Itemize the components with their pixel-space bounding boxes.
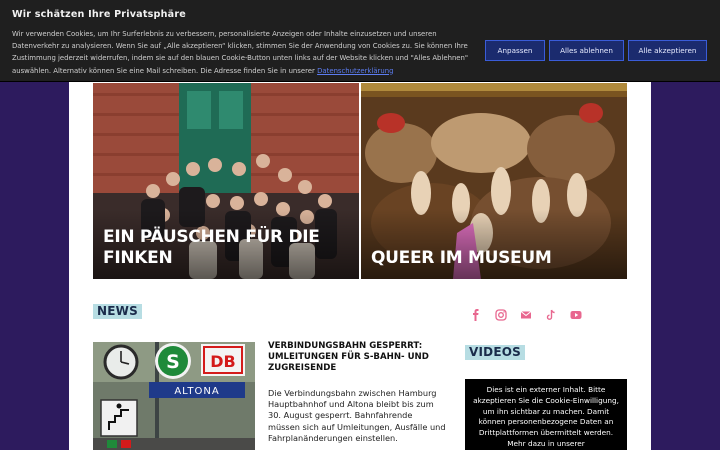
cookie-text: Wir verwenden Cookies, um Ihr Surferlebn… bbox=[12, 28, 484, 77]
social-links bbox=[469, 308, 583, 322]
accept-all-button[interactable]: Alle akzeptieren bbox=[628, 40, 707, 61]
hero-tile-finken[interactable]: EIN PÄUSCHEN FÜR DIE FINKEN bbox=[93, 83, 359, 279]
hero-tile-museum[interactable]: QUEER IM MUSEUM bbox=[361, 83, 627, 279]
privacy-policy-link[interactable]: Datenschutzerklärung bbox=[317, 67, 393, 75]
videos-section-label: VIDEOS bbox=[465, 345, 525, 360]
cookie-banner: Wir schätzen Ihre Privatsphäre Wir verwe… bbox=[0, 0, 720, 82]
video-consent-text: Dies ist ein externer Inhalt. Bitte akze… bbox=[473, 385, 619, 448]
station-photo: S DB ALTONA bbox=[93, 342, 255, 450]
news-teaser: Die Verbindungsbahn zwischen Hamburg Hau… bbox=[268, 388, 446, 443]
news-image[interactable]: S DB ALTONA bbox=[93, 342, 255, 450]
hero-title-finken[interactable]: EIN PÄUSCHEN FÜR DIE FINKEN bbox=[103, 227, 349, 269]
news-headline[interactable]: VERBINDUNGSBAHN GESPERRT: UMLEITUNGEN FÜ… bbox=[268, 341, 446, 374]
db-sign: DB bbox=[210, 352, 235, 371]
reject-all-button[interactable]: Alles ablehnen bbox=[549, 40, 624, 61]
s-bahn-sign: S bbox=[166, 351, 180, 373]
news-section-label: NEWS bbox=[93, 304, 142, 319]
mail-icon[interactable] bbox=[519, 308, 533, 322]
cookie-body: Wir verwenden Cookies, um Ihr Surferlebn… bbox=[12, 30, 469, 75]
hero-title-museum[interactable]: QUEER IM MUSEUM bbox=[371, 248, 617, 269]
page-content: EIN PÄUSCHEN FÜR DIE FINKEN QUEER IM MUS… bbox=[69, 82, 651, 450]
customize-button[interactable]: Anpassen bbox=[485, 40, 545, 61]
tiktok-icon[interactable] bbox=[544, 308, 558, 322]
video-consent-placeholder: Dies ist ein externer Inhalt. Bitte akze… bbox=[465, 379, 627, 450]
instagram-icon[interactable] bbox=[494, 308, 508, 322]
youtube-icon[interactable] bbox=[569, 308, 583, 322]
cookie-title: Wir schätzen Ihre Privatsphäre bbox=[12, 9, 186, 20]
facebook-icon[interactable] bbox=[469, 308, 483, 322]
altona-sign: ALTONA bbox=[174, 386, 219, 397]
